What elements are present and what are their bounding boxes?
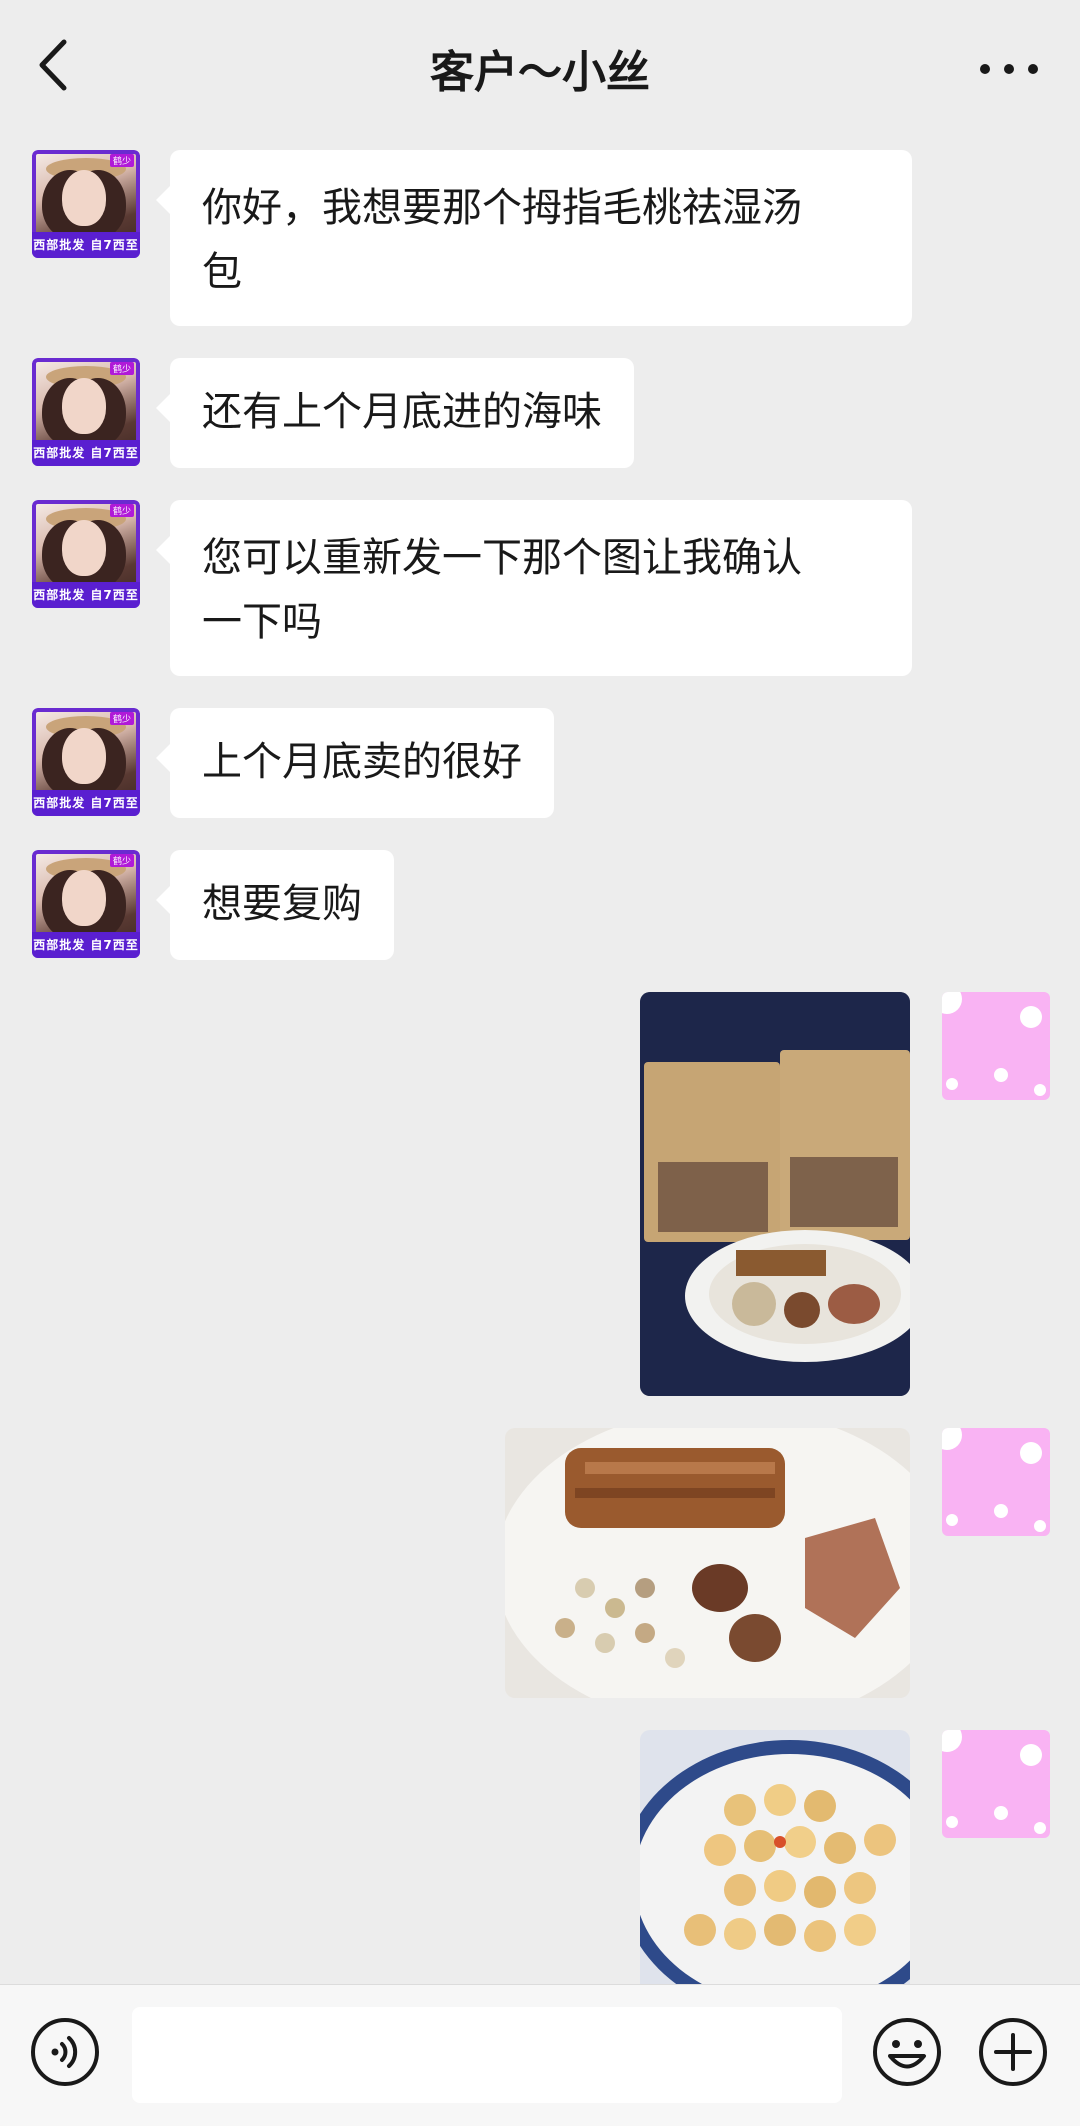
emoji-icon xyxy=(873,2018,941,2086)
self-avatar[interactable] xyxy=(942,1730,1050,1838)
emoji-button[interactable] xyxy=(870,2015,944,2089)
avatar-banner: 西部批发 自7西至 xyxy=(32,232,140,258)
avatar-tag: 鹤少 xyxy=(109,854,134,867)
more-horizontal-icon xyxy=(980,64,990,74)
image-message[interactable] xyxy=(640,992,910,1396)
plus-icon xyxy=(979,2018,1047,2086)
herbs-plate-photo xyxy=(505,1428,910,1698)
contact-avatar[interactable]: 鹤少 西部批发 自7西至 xyxy=(32,358,140,466)
avatar-banner: 西部批发 自7西至 xyxy=(32,932,140,958)
message-bubble[interactable]: 你好，我想要那个拇指毛桃祛湿汤 包 xyxy=(156,150,912,326)
message-bubble[interactable]: 想要复购 xyxy=(156,850,394,960)
voice-icon xyxy=(31,2018,99,2086)
chat-title: 客户～小丝 xyxy=(430,47,650,98)
message-bubble[interactable]: 上个月底卖的很好 xyxy=(156,708,554,818)
soup-packs-photo xyxy=(640,992,910,1396)
more-functions-button[interactable] xyxy=(976,2015,1050,2089)
more-options-button[interactable] xyxy=(974,42,1044,92)
contact-avatar[interactable]: 鹤少 西部批发 自7西至 xyxy=(32,150,140,258)
message-bubble[interactable]: 您可以重新发一下那个图让我确认 一下吗 xyxy=(156,500,912,676)
message-input[interactable] xyxy=(132,2007,842,2103)
scallops-photo xyxy=(640,1730,910,1984)
self-avatar[interactable] xyxy=(942,992,1050,1100)
contact-avatar[interactable]: 鹤少 西部批发 自7西至 xyxy=(32,708,140,816)
contact-avatar[interactable]: 鹤少 西部批发 自7西至 xyxy=(32,500,140,608)
back-button[interactable] xyxy=(30,32,80,98)
avatar-banner: 西部批发 自7西至 xyxy=(32,440,140,466)
avatar-tag: 鹤少 xyxy=(109,154,134,167)
avatar-banner: 西部批发 自7西至 xyxy=(32,582,140,608)
avatar-tag: 鹤少 xyxy=(109,712,134,725)
image-message[interactable] xyxy=(640,1730,910,1984)
avatar-banner: 西部批发 自7西至 xyxy=(32,790,140,816)
avatar-tag: 鹤少 xyxy=(109,504,134,517)
avatar-tag: 鹤少 xyxy=(109,362,134,375)
chevron-left-icon xyxy=(39,39,67,91)
contact-avatar[interactable]: 鹤少 西部批发 自7西至 xyxy=(32,850,140,958)
chat-header: 客户～小丝 xyxy=(0,0,1080,130)
self-avatar[interactable] xyxy=(942,1428,1050,1536)
voice-button[interactable] xyxy=(28,2015,102,2089)
input-bar xyxy=(0,1984,1080,2126)
image-message[interactable] xyxy=(505,1428,910,1698)
message-bubble[interactable]: 还有上个月底进的海味 xyxy=(156,358,634,468)
